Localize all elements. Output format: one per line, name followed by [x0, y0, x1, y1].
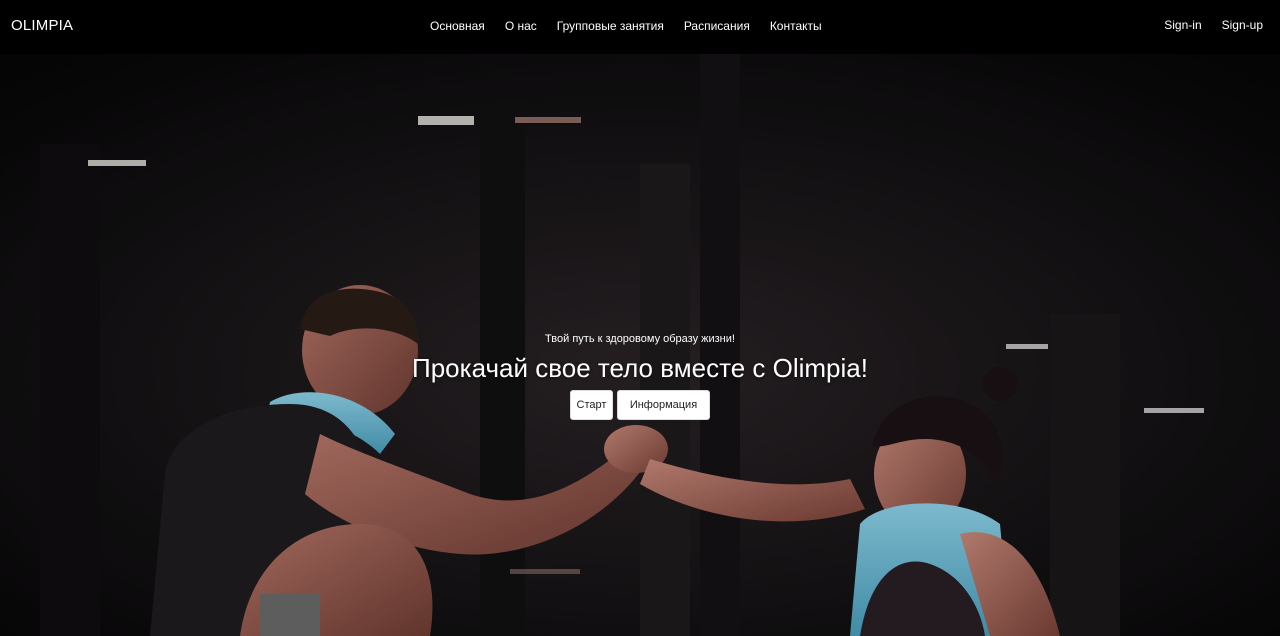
- nav-link-schedule[interactable]: Расписания: [674, 18, 760, 36]
- start-button[interactable]: Старт: [570, 390, 613, 420]
- hero-content: Твой путь к здоровому образу жизни! Прок…: [0, 332, 1280, 420]
- top-navbar: OLIMPIA Основная О нас Групповые занятия…: [0, 0, 1280, 54]
- hero-subtitle: Твой путь к здоровому образу жизни!: [545, 333, 735, 345]
- signup-link[interactable]: Sign-up: [1222, 18, 1263, 32]
- auth-links: Sign-in Sign-up: [1164, 18, 1263, 32]
- nav-link-main[interactable]: Основная: [420, 18, 495, 36]
- nav-link-group-classes[interactable]: Групповые занятия: [547, 18, 674, 36]
- hero-section: Твой путь к здоровому образу жизни! Прок…: [0, 54, 1280, 636]
- hero-buttons: Старт Информация: [0, 390, 1280, 420]
- nav-link-contacts[interactable]: Контакты: [760, 18, 832, 36]
- hero-title: Прокачай свое тело вместе с Olimpia!: [412, 353, 868, 383]
- nav-links: Основная О нас Групповые занятия Расписа…: [420, 18, 832, 36]
- brand-logo[interactable]: OLIMPIA: [11, 17, 73, 34]
- info-button[interactable]: Информация: [617, 390, 710, 420]
- nav-link-about[interactable]: О нас: [495, 18, 547, 36]
- signin-link[interactable]: Sign-in: [1164, 18, 1201, 32]
